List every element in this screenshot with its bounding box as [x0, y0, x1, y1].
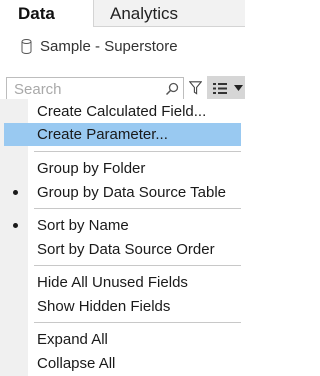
menu-item-label: Create Parameter...: [37, 126, 168, 143]
menu-separator: [34, 151, 241, 152]
list-view-icon: [213, 83, 227, 94]
menu-item-create-calculated-field[interactable]: Create Calculated Field...: [4, 100, 241, 123]
menu-item-sort-by-name[interactable]: Sort by Name: [4, 214, 241, 237]
menu-item-label: Create Calculated Field...: [37, 103, 207, 120]
filter-icon[interactable]: [189, 81, 202, 95]
menu-item-label: Show Hidden Fields: [37, 298, 171, 315]
menu-item-label: Sort by Data Source Order: [37, 241, 215, 258]
menu-item-sort-by-data-source-order[interactable]: Sort by Data Source Order: [4, 238, 241, 261]
menu-item-label: Sort by Name: [37, 217, 129, 234]
tab-data[interactable]: Data: [0, 0, 93, 27]
menu-item-label: Group by Data Source Table: [37, 184, 227, 201]
data-source-name: Sample - Superstore: [40, 37, 178, 55]
menu-item-label: Hide All Unused Fields: [37, 274, 188, 291]
menu-item-create-parameter[interactable]: Create Parameter...: [4, 123, 241, 146]
menu-item-hide-all-unused-fields[interactable]: Hide All Unused Fields: [4, 271, 241, 294]
checked-indicator: [13, 223, 18, 228]
menu-item-group-by-data-source-table[interactable]: Group by Data Source Table: [4, 181, 241, 204]
menu-item-group-by-folder[interactable]: Group by Folder: [4, 157, 241, 180]
data-source-item[interactable]: Sample - Superstore: [21, 36, 178, 56]
menu-item-show-hidden-fields[interactable]: Show Hidden Fields: [4, 295, 241, 318]
data-pane-menu: Create Calculated Field... Create Parame…: [0, 99, 245, 376]
dropdown-arrow-icon: [234, 85, 243, 91]
menu-item-label: Collapse All: [37, 355, 116, 372]
view-options-button[interactable]: [207, 76, 245, 100]
database-icon: [21, 38, 32, 54]
search-input[interactable]: [14, 79, 164, 99]
menu-item-label: Group by Folder: [37, 160, 146, 177]
pane-tabs: Data Analytics: [0, 0, 245, 27]
menu-item-collapse-all[interactable]: Collapse All: [4, 352, 241, 375]
menu-separator: [34, 265, 241, 266]
menu-separator: [34, 322, 241, 323]
checked-indicator: [13, 190, 18, 195]
search-box: [6, 77, 184, 99]
menu-separator: [34, 208, 241, 209]
menu-item-label: Expand All: [37, 331, 108, 348]
menu-item-expand-all[interactable]: Expand All: [4, 328, 241, 351]
tab-analytics[interactable]: Analytics: [93, 0, 245, 27]
search-icon[interactable]: [165, 82, 179, 96]
